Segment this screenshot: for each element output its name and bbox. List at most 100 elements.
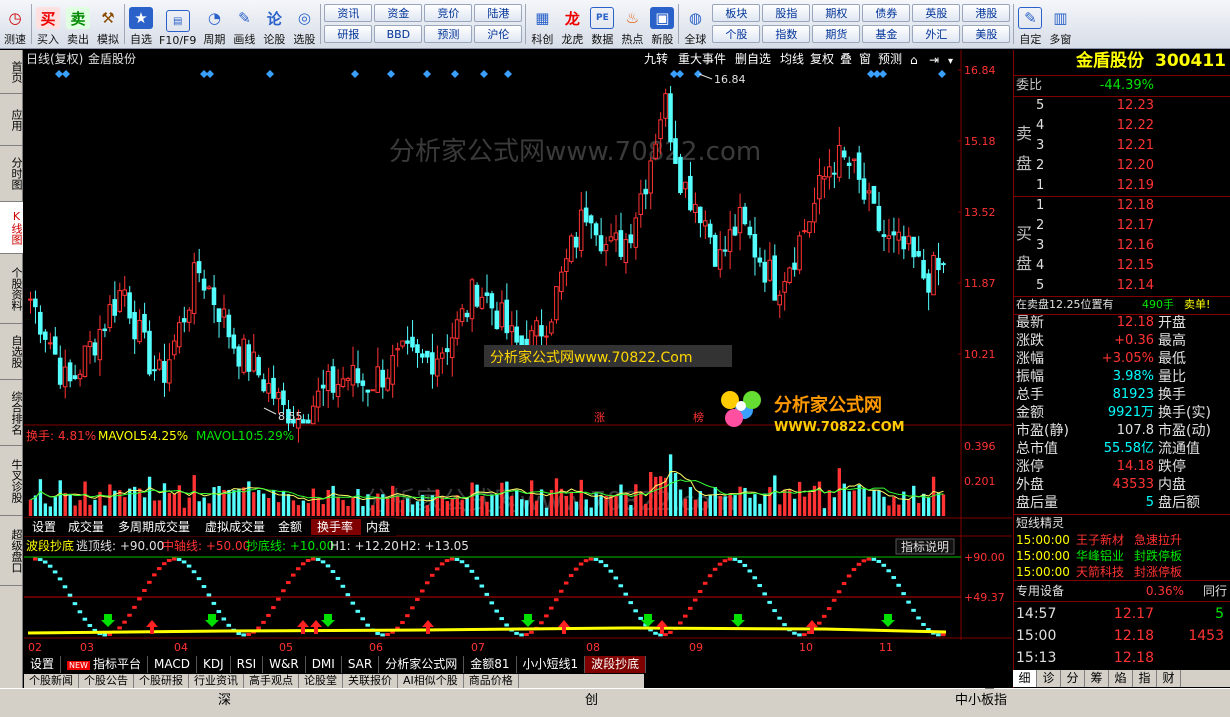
ind-tab-short-line[interactable]: 小小短线1 [516, 656, 586, 673]
research-button[interactable]: 研报 [324, 25, 373, 43]
panel-tab-detail[interactable]: 细 [1013, 670, 1037, 687]
panel-tab-index[interactable]: 指 [1133, 670, 1157, 687]
global-button[interactable]: ◍ 全球 [680, 0, 710, 49]
ind-tab-wr[interactable]: W&R [263, 656, 306, 673]
sell-button[interactable]: 卖卖出 [63, 0, 93, 49]
menu-adjust[interactable]: 复权 [810, 52, 834, 66]
tab-diagnosis[interactable]: 牛叉诊股 [0, 446, 23, 516]
tab-apps[interactable]: 应用 [0, 94, 23, 146]
vol-tab-inner[interactable]: 内盘 [366, 519, 390, 534]
info-tab-ai-similar[interactable]: AI相似个股 [398, 674, 464, 688]
ind-tab-dmi[interactable]: DMI [305, 656, 342, 673]
sector-button[interactable]: 板块 [712, 4, 761, 22]
tab-intraday[interactable]: 分时图 [0, 146, 23, 202]
ind-tab-amount81[interactable]: 金额81 [464, 656, 517, 673]
sell-level-row[interactable]: 2 12.20 [1014, 156, 1230, 176]
stock-select-button[interactable]: ◎ 选股 [289, 0, 319, 49]
vol-tab-virtual[interactable]: 虚拟成交量 [205, 519, 265, 534]
menu-window[interactable]: 窗 [859, 52, 871, 66]
info-tab-announcements[interactable]: 个股公告 [79, 674, 134, 688]
buy-button[interactable]: 买买入 [33, 0, 63, 49]
status-sme-index[interactable]: 中小板指 [955, 689, 1007, 708]
info-tab-commodity[interactable]: 商品价格 [464, 674, 519, 688]
ind-tab-kdj[interactable]: KDJ [196, 656, 231, 673]
bbd-button[interactable]: BBD [374, 25, 423, 43]
sell-level-row[interactable]: 4 12.22 [1014, 116, 1230, 136]
hk-connect-button[interactable]: 陆港 [474, 4, 523, 22]
buy-level-row[interactable]: 1 12.18 [1014, 196, 1230, 216]
buy-level-row[interactable]: 5 12.14 [1014, 276, 1230, 296]
stock-index-button[interactable]: 股指 [762, 4, 811, 22]
tab-home[interactable]: 首页 [0, 50, 23, 94]
menu-major-events[interactable]: 重大事件 [678, 52, 726, 66]
elite-row[interactable]: 15:00:00 华峰铝业 封跌停板 [1014, 548, 1230, 564]
tab-ranking[interactable]: 综合排名 [0, 380, 23, 446]
menu-moving-average[interactable]: 均线 [780, 52, 804, 66]
indicator-help-button[interactable]: 指标说明 [901, 539, 949, 554]
hk-stocks-button[interactable]: 港股 [962, 4, 1011, 22]
ind-tab-rsi[interactable]: RSI [230, 656, 264, 673]
kline-chart[interactable]: 日线(复权) 金盾股份 九转 重大事件 删自选 均线 复权 叠 窗 预测 ⌂ ⇥… [24, 50, 1012, 656]
vol-tab-volume[interactable]: 成交量 [68, 519, 104, 534]
sell-level-row[interactable]: 3 12.21 [1014, 136, 1230, 156]
sell-level-row[interactable]: 5 12.23 [1014, 96, 1230, 116]
buy-level-row[interactable]: 4 12.15 [1014, 256, 1230, 276]
expand-icon[interactable]: ▲ [985, 676, 994, 690]
vol-tab-multi-period[interactable]: 多周期成交量 [118, 519, 190, 534]
watchlist-button[interactable]: ★ 自选 [126, 0, 156, 49]
sell-level-row[interactable]: 1 12.19 [1014, 176, 1230, 196]
fund-button[interactable]: 基金 [862, 25, 911, 43]
news-button[interactable]: 资讯 [324, 4, 373, 22]
menu-overlay[interactable]: 叠 [840, 52, 852, 66]
auction-button[interactable]: 竞价 [424, 4, 473, 22]
lock-icon[interactable]: ⌂ [910, 53, 918, 67]
futures-button[interactable]: 期货 [812, 25, 861, 43]
vol-tab-turnover[interactable]: 换手率 [317, 519, 353, 534]
tab-watchlist[interactable]: 自选股 [0, 324, 23, 380]
dragon-tiger-button[interactable]: 龙龙虎 [557, 0, 587, 49]
status-chinext[interactable]: 创 [585, 689, 598, 708]
info-tab-industry[interactable]: 行业资讯 [189, 674, 244, 688]
speedtest-button[interactable]: ◷ 测速 [0, 0, 30, 49]
info-tab-experts[interactable]: 高手观点 [244, 674, 299, 688]
hotspot-button[interactable]: ♨ 热点 [617, 0, 647, 49]
options-button[interactable]: 期权 [812, 4, 861, 22]
industry-row[interactable]: 专用设备 0.36% 同行 [1014, 581, 1230, 601]
vol-tab-settings[interactable]: 设置 [32, 520, 56, 534]
exit-icon[interactable]: ⇥ [929, 53, 939, 67]
panel-tab-diagnosis[interactable]: 诊 [1037, 670, 1061, 687]
elite-row[interactable]: 15:00:00 天箭科技 封涨停板 [1014, 564, 1230, 580]
ind-tab-swing-bottom[interactable]: 波段抄底 [585, 656, 647, 673]
ind-tab-macd[interactable]: MACD [147, 656, 197, 673]
forex-button[interactable]: 外汇 [912, 25, 961, 43]
panel-tab-minute[interactable]: 分 [1061, 670, 1085, 687]
data-button[interactable]: PE 数据 [587, 0, 617, 49]
buy-level-row[interactable]: 2 12.17 [1014, 216, 1230, 236]
vol-tab-amount[interactable]: 金额 [278, 519, 302, 534]
period-button[interactable]: ◔ 周期 [199, 0, 229, 49]
funds-button[interactable]: 资金 [374, 4, 423, 22]
forecast-button[interactable]: 预测 [424, 25, 473, 43]
tab-stock-info[interactable]: 个股资料 [0, 254, 23, 324]
ipo-button[interactable]: ▣ 新股 [647, 0, 677, 49]
ind-tab-platform[interactable]: NEW 指标平台 [61, 656, 148, 673]
tab-kline[interactable]: K线图 [0, 202, 23, 254]
ind-tab-settings[interactable]: 设置 [24, 656, 62, 673]
simulate-button[interactable]: ⚒ 模拟 [93, 0, 123, 49]
f10-button[interactable]: ▤ F10/F9 [156, 0, 199, 49]
info-tab-related[interactable]: 关联报价 [343, 674, 398, 688]
status-shenzhen[interactable]: 深 [218, 689, 231, 708]
custom-button[interactable]: ✎ 自定 [1015, 0, 1045, 49]
panel-tab-finance[interactable]: 财 [1157, 670, 1181, 687]
menu-remove-watchlist[interactable]: 删自选 [735, 52, 771, 66]
bonds-button[interactable]: 债券 [862, 4, 911, 22]
panel-tab-granular[interactable]: 焰 [1109, 670, 1133, 687]
info-tab-reports[interactable]: 个股研报 [134, 674, 189, 688]
tab-super-orderbook[interactable]: 超级盘口 [0, 516, 23, 586]
menu-forecast[interactable]: 预测 [878, 52, 902, 66]
multi-window-button[interactable]: ▥ 多窗 [1045, 0, 1075, 49]
panel-tab-chips[interactable]: 筹 [1085, 670, 1109, 687]
us-stocks-button[interactable]: 美股 [962, 25, 1011, 43]
index-button[interactable]: 指数 [762, 25, 811, 43]
info-tab-forum[interactable]: 论股堂 [299, 674, 343, 688]
